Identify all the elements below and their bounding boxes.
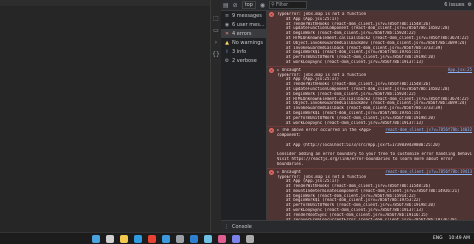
user-icon: ◉ (224, 21, 230, 28)
sidebar-item-verbose[interactable]: ⚙ 2 verbose (221, 56, 266, 65)
sidebar-item-label: 3 info (232, 48, 247, 55)
console-sidebar: ≡ 9 messages ◉ 6 user mes... ✕ 4 errors ▲ No wa… (221, 11, 267, 220)
error-icon: ✕ (269, 169, 274, 175)
search-icon[interactable] (106, 234, 114, 243)
issues-counter[interactable]: 6 issues ⚙ (444, 2, 474, 8)
filter-icon: ⚲ (271, 2, 275, 8)
error-icon: ✕ (269, 12, 274, 17)
sidebar-item-label: No warnings (232, 39, 264, 46)
console-toolbar: ▤ ⊘ top ◉ ⚲ Filter 6 issues ⚙ (221, 0, 474, 11)
sidebar-item-error[interactable]: ✕ 4 errors (221, 29, 266, 38)
store-icon[interactable] (204, 234, 212, 243)
drawer-menu-icon[interactable]: ⋮ (224, 224, 229, 230)
filter-placeholder: Filter (275, 2, 289, 8)
error-icon: ✕ (269, 67, 274, 73)
sidebar-toggle-icon[interactable]: ▤ (223, 0, 229, 11)
warning-icon: ▲ (225, 39, 229, 46)
source-link[interactable]: react-dom_client.js?v=7856f78b:14032 (385, 128, 472, 133)
sources-icon[interactable]: {} (212, 50, 220, 58)
edge-icon[interactable] (134, 234, 142, 243)
console-messages[interactable]: ✕ TypeError: jobs.map is not a function at… (267, 11, 474, 220)
console-error-message[interactable]: ✕ react-dom_client.js?v=7856f78b:14032 ▸ T… (267, 127, 474, 169)
list-icon: ≡ (224, 12, 230, 19)
verbose-icon: ⚙ (224, 57, 230, 64)
inspect-icon[interactable]: ⬚ (212, 14, 220, 22)
settings-icon[interactable]: ⚙ (468, 2, 472, 8)
info-icon: i (226, 48, 228, 55)
sidebar-item-list[interactable]: ≡ 9 messages (221, 11, 266, 20)
sidebar-item-label: 6 user mes... (232, 21, 265, 28)
devtools-side-gutter: ⬚ ▭ › {} (210, 0, 221, 232)
settings-icon[interactable] (246, 234, 254, 243)
error-icon: ✕ (224, 30, 230, 37)
eye-icon[interactable]: ◉ (260, 0, 265, 11)
clear-console-icon[interactable]: ⊘ (233, 0, 238, 11)
drawer-bar: ⋮ Console (221, 220, 474, 232)
terminal-icon[interactable] (176, 234, 184, 243)
issues-label: 6 issues (444, 2, 465, 8)
system-tray: ENG 10:49 AM (433, 236, 474, 241)
mail-icon[interactable] (190, 234, 198, 243)
source-link[interactable]: react-dom_client.js?v=7856f78b:19413 (385, 169, 472, 175)
console-icon[interactable]: › (212, 38, 220, 46)
message-text: boundaries. (277, 161, 304, 166)
context-selector[interactable]: top (241, 1, 256, 9)
sidebar-item-label: 9 messages (232, 12, 262, 19)
start-icon[interactable] (92, 234, 100, 243)
clock[interactable]: 10:49 AM (449, 236, 470, 241)
files-icon[interactable] (120, 234, 128, 243)
sidebar-item-info[interactable]: i 3 info (221, 47, 266, 56)
filter-input[interactable]: ⚲ Filter (269, 1, 308, 9)
stack-frame[interactable]: at workLoopSync (react-dom_client.js?v=7… (277, 121, 472, 126)
vscode-icon[interactable] (162, 234, 170, 243)
console-error-message[interactable]: ✕ react-dom_client.js?v=7856f78b:19413 ▸ U… (267, 168, 474, 220)
teams-icon[interactable] (232, 234, 240, 243)
tab-console[interactable]: Console (232, 224, 252, 230)
page-top-strip (0, 0, 210, 6)
sidebar-item-user[interactable]: ◉ 6 user mes... (221, 20, 266, 29)
console-error-message[interactable]: ✕ App.jsx:25 ▸ Uncaught TypeError: jobs.map… (267, 66, 474, 128)
sidebar-item-warning[interactable]: ▲ No warnings (221, 38, 266, 47)
language-indicator[interactable]: ENG (433, 236, 443, 241)
music-icon[interactable] (218, 234, 226, 243)
console-error-message[interactable]: ✕ TypeError: jobs.map is not a function at… (267, 11, 474, 67)
taskbar-apps (92, 234, 254, 243)
sidebar-item-label: 2 verbose (232, 57, 257, 64)
stack-frame[interactable]: at workLoopSync (react-dom_client.js?v=7… (277, 60, 472, 65)
taskbar: ENG 10:49 AM (0, 232, 474, 244)
webpage-viewport[interactable] (0, 0, 210, 232)
sidebar-item-label: 4 errors (232, 30, 252, 37)
source-link[interactable]: App.jsx:25 (448, 67, 472, 73)
chrome-icon[interactable] (148, 234, 156, 243)
message-text: Visit https://reactjs.org/link/error-bou… (277, 157, 453, 162)
devtools-panel: ▤ ⊘ top ◉ ⚲ Filter 6 issues ⚙ ≡ 9 message… (221, 0, 474, 232)
device-icon[interactable]: ▭ (212, 26, 220, 34)
error-icon: ✕ (269, 128, 274, 134)
screen: ⬚ ▭ › {} ▤ ⊘ top ◉ ⚲ Filter 6 issues ⚙ ≡… (0, 0, 474, 244)
